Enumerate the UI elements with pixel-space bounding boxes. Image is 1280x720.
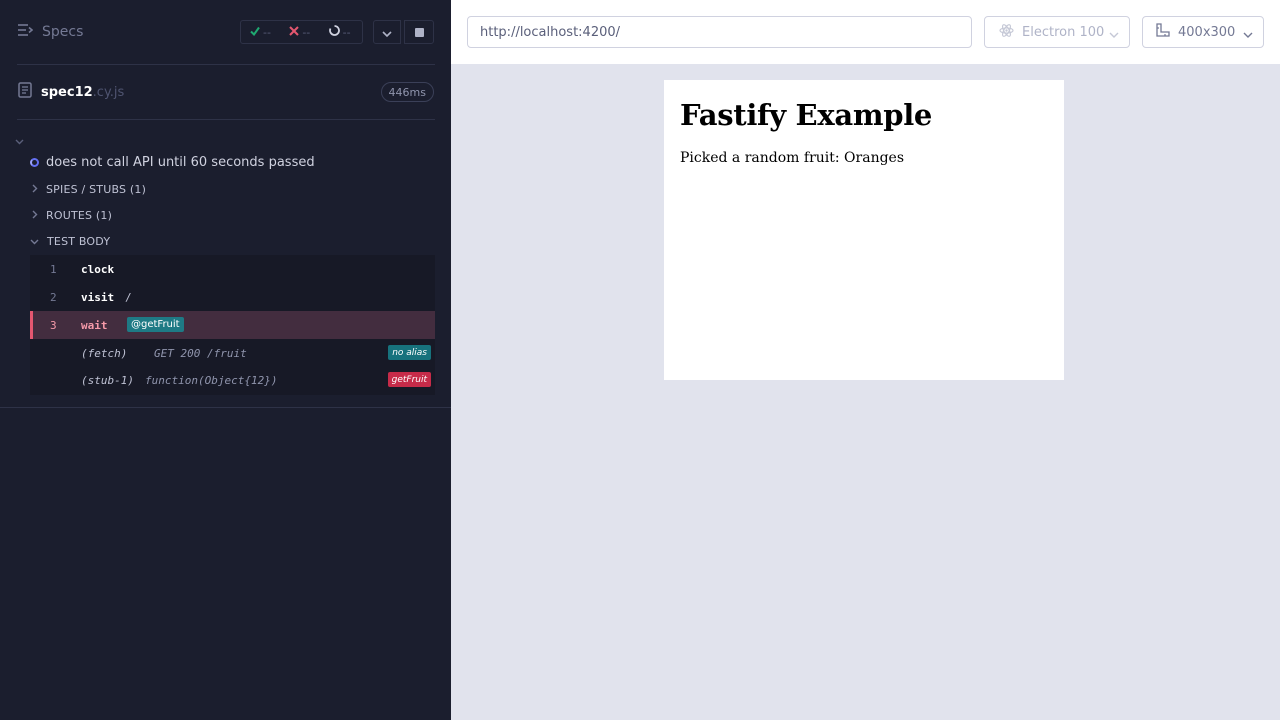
fruit-text: Picked a random fruit: Oranges (680, 150, 905, 166)
spec-divider (17, 119, 435, 120)
x-icon (289, 25, 300, 39)
event-row[interactable]: (fetch) GET 200 /fruit no alias (30, 339, 435, 367)
command-log: 1 clock 2 visit / 3 wait @getFruit (fetc… (30, 255, 435, 395)
reporter-panel: Specs -- -- -- spec12 .cy.js 446ms does … (0, 0, 451, 720)
browser-label: Electron 100 (1022, 24, 1105, 40)
suite-toggle[interactable] (15, 130, 24, 149)
toggle-expand-button[interactable] (373, 20, 401, 44)
stop-icon (414, 27, 424, 37)
command-row[interactable]: 1 clock (30, 255, 435, 283)
chevron-down-icon (30, 235, 39, 248)
aut-iframe: Fastify Example Picked a random fruit: O… (664, 80, 1064, 380)
url-text: http://localhost:4200/ (480, 24, 621, 40)
spec-duration: 446ms (380, 82, 434, 102)
ruler-icon (1155, 22, 1170, 42)
header-divider (17, 64, 435, 65)
stat-passed: -- (250, 26, 283, 39)
spec-title: spec12 .cy.js 446ms (18, 82, 436, 102)
chevron-down-icon (1243, 28, 1253, 43)
command-message: / (125, 290, 132, 304)
browser-selector[interactable]: Electron 100 (984, 16, 1130, 48)
command-name: wait (81, 318, 108, 332)
command-row-active[interactable]: 3 wait @getFruit (30, 311, 435, 339)
test-stats: -- -- -- (240, 20, 363, 44)
spec-extension: .cy.js (92, 84, 125, 100)
command-number: 1 (50, 262, 57, 276)
section-test-body[interactable]: TEST BODY (30, 235, 110, 248)
command-name: visit (81, 290, 115, 304)
command-row[interactable]: 2 visit / (30, 283, 435, 311)
url-bar[interactable]: http://localhost:4200/ (467, 16, 972, 48)
command-name: clock (81, 262, 115, 276)
alias-badge: getFruit (387, 372, 431, 387)
section-routes[interactable]: ROUTES (1) (32, 209, 112, 222)
viewport-label: 400x300 (1178, 24, 1236, 40)
test-title[interactable]: does not call API until 60 seconds passe… (30, 155, 315, 170)
aut-header: http://localhost:4200/ Electron 100 400x… (451, 0, 1280, 64)
event-message: GET 200 /fruit (154, 346, 247, 360)
viewport-selector[interactable]: 400x300 (1142, 16, 1264, 48)
chevron-down-icon (382, 23, 392, 42)
page-heading: Fastify Example (680, 98, 933, 132)
reporter-header: Specs -- -- -- (0, 0, 451, 64)
reporter-bottom-divider (0, 407, 451, 408)
event-name: (stub-1) (81, 373, 134, 387)
chevron-right-icon (32, 209, 38, 222)
stat-failed: -- (289, 26, 322, 39)
command-number: 2 (50, 290, 57, 304)
section-spies-stubs[interactable]: SPIES / STUBS (1) (32, 183, 146, 196)
alias-tag: @getFruit (127, 317, 184, 332)
running-spinner-icon (30, 158, 39, 167)
stop-button[interactable] (404, 20, 434, 44)
pending-spinner-icon (328, 25, 340, 39)
stat-pending: -- (328, 25, 362, 39)
test-title-text: does not call API until 60 seconds passe… (46, 155, 315, 170)
event-row[interactable]: (stub-1) function(Object{12}) getFruit (30, 366, 435, 394)
check-icon (250, 26, 260, 39)
chevron-right-icon (32, 183, 38, 196)
spec-name: spec12 (41, 84, 93, 100)
electron-icon (999, 23, 1014, 42)
specs-label: Specs (42, 24, 84, 40)
command-number: 3 (50, 318, 57, 332)
event-message: function(Object{12}) (145, 373, 278, 387)
specs-list-icon (18, 24, 34, 40)
chevron-down-icon (1109, 28, 1119, 43)
chevron-down-icon (15, 130, 24, 149)
specs-button[interactable]: Specs (18, 24, 83, 40)
alias-badge: no alias (388, 345, 431, 360)
event-name: (fetch) (81, 346, 128, 360)
document-icon (18, 82, 32, 102)
